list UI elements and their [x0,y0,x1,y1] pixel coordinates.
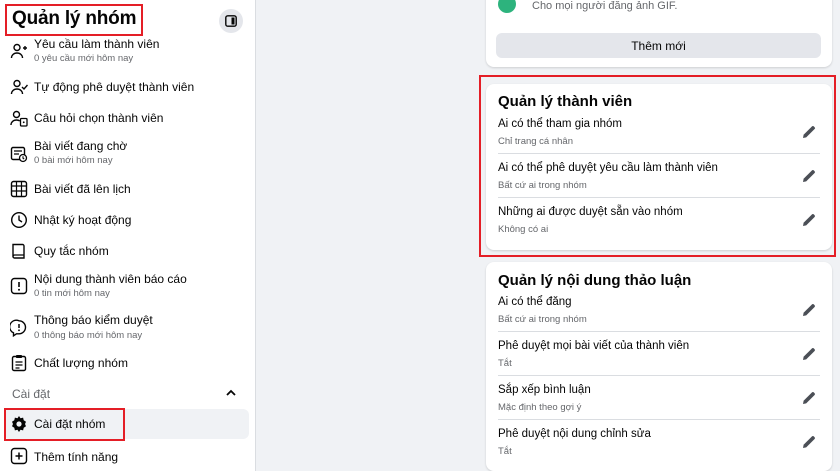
sidebar-item-auto-approve[interactable]: Tự động phê duyệt thành viên [0,76,255,106]
sidebar-item-label: Quy tắc nhóm [34,244,109,258]
sidebar-item-sub: 0 tin mới hôm nay [34,288,110,299]
pending-post-icon [9,144,29,164]
sidebar-item-group-rules[interactable]: Quy tắc nhóm [0,240,255,270]
setting-value: Tắt [498,446,512,457]
setting-label: Sắp xếp bình luận [498,384,591,396]
setting-label: Phê duyệt mọi bài viết của thành viên [498,340,690,352]
panel-toggle-icon [225,15,237,27]
sidebar-item-sub: 0 bài mới hôm nay [34,155,113,166]
person-add-icon [9,41,29,61]
gif-settings-card: Cho mọi người đăng ảnh GIF. Thêm mới [486,0,832,67]
sidebar-item-membership-questions[interactable]: Câu hỏi chọn thành viên [0,107,255,137]
setting-label: Ai có thể đăng [498,296,572,308]
sidebar-item-label: Tự động phê duyệt thành viên [34,80,195,94]
person-question-icon [9,108,29,128]
sidebar: Quản lý nhóm Yêu cầu làm thành viên 0 yê… [0,0,256,471]
person-check-icon [9,77,29,97]
gif-toggle-icon [498,0,516,13]
sidebar-item-pending-posts[interactable]: Bài viết đang chờ 0 bài mới hôm nay [0,137,255,169]
sidebar-item-label: Thêm tính năng [34,450,119,464]
sidebar-toggle-button[interactable] [219,9,243,33]
sidebar-item-label: Chất lượng nhóm [34,356,128,370]
report-icon [9,276,29,296]
setting-value: Mặc định theo gợi ý [498,402,582,413]
content-card-title: Quản lý nội dung thảo luận [498,272,692,289]
setting-value: Bất cứ ai trong nhóm [498,314,587,325]
setting-row-approve-all-posts[interactable]: Phê duyệt mọi bài viết của thành viên Tắ… [498,332,820,376]
add-feature-icon [9,446,29,466]
sidebar-item-label: Nhật ký hoạt động [34,213,132,227]
settings-section-header: Cài đặt [12,387,51,401]
pencil-icon[interactable] [800,389,818,407]
gif-description: Cho mọi người đăng ảnh GIF. [532,0,678,12]
members-highlight-box [479,75,836,257]
pencil-icon[interactable] [800,345,818,363]
sidebar-item-label: Yêu cầu làm thành viên [34,37,160,51]
sidebar-item-moderation-alerts[interactable]: Thông báo kiểm duyệt 0 thông báo mới hôm… [0,311,255,345]
setting-label: Phê duyệt nội dung chỉnh sửa [498,428,651,440]
clock-icon [9,210,29,230]
sidebar-item-member-requests[interactable]: Yêu cầu làm thành viên 0 yêu cầu mới hôm… [0,36,255,66]
sidebar-item-reported-content[interactable]: Nội dung thành viên báo cáo 0 tin mới hô… [0,268,255,302]
sidebar-item-label: Bài viết đã lên lịch [34,182,131,196]
group-quality-icon [9,353,29,373]
sidebar-item-label: Nội dung thành viên báo cáo [34,272,187,286]
setting-row-sort-comments[interactable]: Sắp xếp bình luận Mặc định theo gợi ý [498,376,820,420]
setting-row-approve-edits[interactable]: Phê duyệt nội dung chỉnh sửa Tắt [498,420,820,464]
title-highlight-box [5,4,143,36]
sidebar-header: Quản lý nhóm [0,0,255,38]
add-new-button[interactable]: Thêm mới [496,33,821,58]
sidebar-item-label: Bài viết đang chờ [34,139,128,153]
calendar-grid-icon [9,179,29,199]
setting-row-who-can-post[interactable]: Ai có thể đăng Bất cứ ai trong nhóm [498,288,820,332]
sidebar-item-scheduled-posts[interactable]: Bài viết đã lên lịch [0,178,255,208]
moderation-alert-icon [9,318,29,338]
sidebar-item-group-quality[interactable]: Chất lượng nhóm [0,352,255,382]
setting-value: Tắt [498,358,512,369]
settings-highlight-box [4,408,125,441]
discussion-content-card: Quản lý nội dung thảo luận Ai có thể đăn… [486,262,832,471]
chevron-up-icon[interactable] [224,386,238,400]
sidebar-item-activity-log[interactable]: Nhật ký hoạt động [0,209,255,239]
sidebar-item-add-features[interactable]: Thêm tính năng [0,446,255,471]
pencil-icon[interactable] [800,301,818,319]
sidebar-item-sub: 0 yêu cầu mới hôm nay [34,53,134,64]
rules-book-icon [9,241,29,261]
sidebar-item-label: Câu hỏi chọn thành viên [34,111,164,125]
sidebar-item-sub: 0 thông báo mới hôm nay [34,330,143,341]
sidebar-item-label: Thông báo kiểm duyệt [34,313,153,327]
pencil-icon[interactable] [800,433,818,451]
